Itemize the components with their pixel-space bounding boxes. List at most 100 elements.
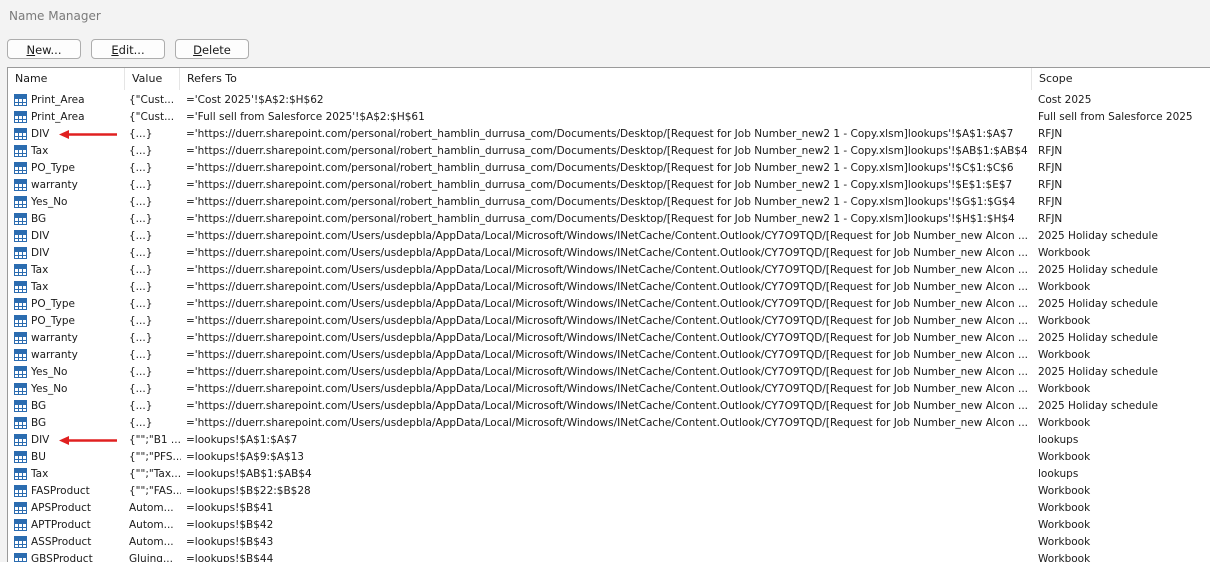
scope-cell: Workbook bbox=[1038, 417, 1091, 429]
value-cell: {"Cust... bbox=[129, 111, 175, 123]
table-row[interactable]: APTProduct Autom... =lookups!$B$42 Workbook bbox=[8, 517, 1210, 534]
name-cell: warranty bbox=[14, 177, 124, 194]
name-text: Tax bbox=[31, 468, 49, 480]
column-header-value[interactable]: Value bbox=[125, 68, 180, 90]
table-row[interactable]: warranty {...} ='https://duerr.sharepoint.… bbox=[8, 347, 1210, 364]
table-row[interactable]: DIV {"";"B1 ... =lookups!$A$1:$A$7 lookups bbox=[8, 432, 1210, 449]
scope-cell: Workbook bbox=[1038, 383, 1091, 395]
refers-to-cell: ='https://duerr.sharepoint.com/Users/usd… bbox=[186, 264, 1028, 276]
table-row[interactable]: APSProduct Autom... =lookups!$B$41 Workbook bbox=[8, 500, 1210, 517]
table-row[interactable]: Tax {...} ='https://duerr.sharepoint.com/U… bbox=[8, 279, 1210, 296]
name-cell: warranty bbox=[14, 330, 124, 347]
table-row[interactable]: DIV {...} ='https://duerr.sharepoint.com/U… bbox=[8, 228, 1210, 245]
refers-to-cell: ='https://duerr.sharepoint.com/Users/usd… bbox=[186, 315, 1028, 327]
name-text: warranty bbox=[31, 179, 78, 191]
name-text: BG bbox=[31, 417, 47, 429]
table-row[interactable]: PO_Type {...} ='https://duerr.sharepoint.c… bbox=[8, 296, 1210, 313]
scope-cell: Full sell from Salesforce 2025 bbox=[1038, 111, 1193, 123]
name-cell: BU bbox=[14, 449, 124, 466]
name-text: DIV bbox=[31, 247, 50, 259]
table-row[interactable]: FASProduct {"";"FAS... =lookups!$B$22:$B$2… bbox=[8, 483, 1210, 500]
name-text: Tax bbox=[31, 145, 49, 157]
column-header-refers-to[interactable]: Refers To bbox=[180, 68, 1032, 90]
scope-cell: Workbook bbox=[1038, 553, 1091, 562]
delete-button-label: elete bbox=[201, 43, 231, 57]
name-text: warranty bbox=[31, 349, 78, 361]
list-rows: Print_Area {"Cust... ='Cost 2025'!$A$2:$H$… bbox=[8, 92, 1210, 562]
name-cell: Print_Area bbox=[14, 109, 124, 126]
table-row[interactable]: Yes_No {...} ='https://duerr.sharepoint.co… bbox=[8, 364, 1210, 381]
name-text: Tax bbox=[31, 281, 49, 293]
name-text: Print_Area bbox=[31, 94, 85, 106]
table-row[interactable]: warranty {...} ='https://duerr.sharepoint.… bbox=[8, 330, 1210, 347]
table-row[interactable]: Tax {"";"Tax... =lookups!$AB$1:$AB$4 lookup… bbox=[8, 466, 1210, 483]
refers-to-cell: ='https://duerr.sharepoint.com/Users/usd… bbox=[186, 332, 1028, 344]
name-cell: APTProduct bbox=[14, 517, 124, 534]
table-row[interactable]: GBSProduct Gluing... =lookups!$B$44 Workboo… bbox=[8, 551, 1210, 562]
name-text: BG bbox=[31, 400, 47, 412]
name-text: Print_Area bbox=[31, 111, 85, 123]
table-row[interactable]: BG {...} ='https://duerr.sharepoint.com/Us… bbox=[8, 398, 1210, 415]
name-cell: DIV bbox=[14, 228, 124, 245]
column-header-name[interactable]: Name bbox=[8, 68, 125, 90]
name-text: DIV bbox=[31, 128, 50, 140]
table-row[interactable]: ASSProduct Autom... =lookups!$B$43 Workbook bbox=[8, 534, 1210, 551]
table-row[interactable]: PO_Type {...} ='https://duerr.sharepoint.c… bbox=[8, 313, 1210, 330]
refers-to-cell: ='https://duerr.sharepoint.com/personal/… bbox=[186, 128, 1014, 140]
delete-button[interactable]: Delete bbox=[175, 39, 249, 59]
scope-cell: Workbook bbox=[1038, 485, 1091, 497]
table-row[interactable]: DIV {...} ='https://duerr.sharepoint.com/p… bbox=[8, 126, 1210, 143]
name-text: DIV bbox=[31, 230, 50, 242]
defined-name-icon bbox=[14, 434, 27, 446]
defined-name-icon bbox=[14, 179, 27, 191]
name-cell: ASSProduct bbox=[14, 534, 124, 551]
defined-name-icon bbox=[14, 485, 27, 497]
refers-to-cell: ='https://duerr.sharepoint.com/Users/usd… bbox=[186, 383, 1028, 395]
table-row[interactable]: BG {...} ='https://duerr.sharepoint.com/pe… bbox=[8, 211, 1210, 228]
table-row[interactable]: Tax {...} ='https://duerr.sharepoint.com/U… bbox=[8, 262, 1210, 279]
table-row[interactable]: PO_Type {...} ='https://duerr.sharepoint.c… bbox=[8, 160, 1210, 177]
table-row[interactable]: warranty {...} ='https://duerr.sharepoint.… bbox=[8, 177, 1210, 194]
table-row[interactable]: Print_Area {"Cust... ='Full sell from Sale… bbox=[8, 109, 1210, 126]
value-cell: {...} bbox=[129, 213, 153, 225]
defined-name-icon bbox=[14, 298, 27, 310]
names-list[interactable]: Name Value Refers To Scope Print_Area {"C… bbox=[7, 67, 1210, 562]
defined-name-icon bbox=[14, 383, 27, 395]
table-row[interactable]: Print_Area {"Cust... ='Cost 2025'!$A$2:$H$… bbox=[8, 92, 1210, 109]
table-row[interactable]: Yes_No {...} ='https://duerr.sharepoint.co… bbox=[8, 194, 1210, 211]
scope-cell: Workbook bbox=[1038, 349, 1091, 361]
table-row[interactable]: Tax {...} ='https://duerr.sharepoint.com/p… bbox=[8, 143, 1210, 160]
refers-to-cell: ='https://duerr.sharepoint.com/Users/usd… bbox=[186, 349, 1028, 361]
name-cell: PO_Type bbox=[14, 313, 124, 330]
value-cell: {...} bbox=[129, 298, 153, 310]
value-cell: {...} bbox=[129, 230, 153, 242]
table-row[interactable]: BU {"";"PFS... =lookups!$A$9:$A$13 Workbook bbox=[8, 449, 1210, 466]
table-row[interactable]: DIV {...} ='https://duerr.sharepoint.com/U… bbox=[8, 245, 1210, 262]
defined-name-icon bbox=[14, 332, 27, 344]
table-row[interactable]: Yes_No {...} ='https://duerr.sharepoint.co… bbox=[8, 381, 1210, 398]
new-button[interactable]: New... bbox=[7, 39, 81, 59]
name-cell: Yes_No bbox=[14, 194, 124, 211]
name-text: PO_Type bbox=[31, 162, 75, 174]
table-row[interactable]: BG {...} ='https://duerr.sharepoint.com/Us… bbox=[8, 415, 1210, 432]
scope-cell: RFJN bbox=[1038, 128, 1063, 140]
name-cell: FASProduct bbox=[14, 483, 124, 500]
defined-name-icon bbox=[14, 94, 27, 106]
column-header-scope[interactable]: Scope bbox=[1032, 68, 1210, 90]
scope-cell: 2025 Holiday schedule bbox=[1038, 298, 1158, 310]
value-cell: {...} bbox=[129, 145, 153, 157]
scope-cell: Workbook bbox=[1038, 281, 1091, 293]
value-cell: {...} bbox=[129, 264, 153, 276]
defined-name-icon bbox=[14, 247, 27, 259]
name-cell: Tax bbox=[14, 279, 124, 296]
defined-name-icon bbox=[14, 162, 27, 174]
refers-to-cell: =lookups!$B$22:$B$28 bbox=[186, 485, 311, 497]
defined-name-icon bbox=[14, 213, 27, 225]
edit-button[interactable]: Edit... bbox=[91, 39, 165, 59]
defined-name-icon bbox=[14, 145, 27, 157]
refers-to-cell: ='https://duerr.sharepoint.com/Users/usd… bbox=[186, 230, 1028, 242]
defined-name-icon bbox=[14, 451, 27, 463]
name-cell: APSProduct bbox=[14, 500, 124, 517]
refers-to-cell: ='https://duerr.sharepoint.com/Users/usd… bbox=[186, 298, 1028, 310]
value-cell: {"";"FAS... bbox=[129, 485, 181, 497]
